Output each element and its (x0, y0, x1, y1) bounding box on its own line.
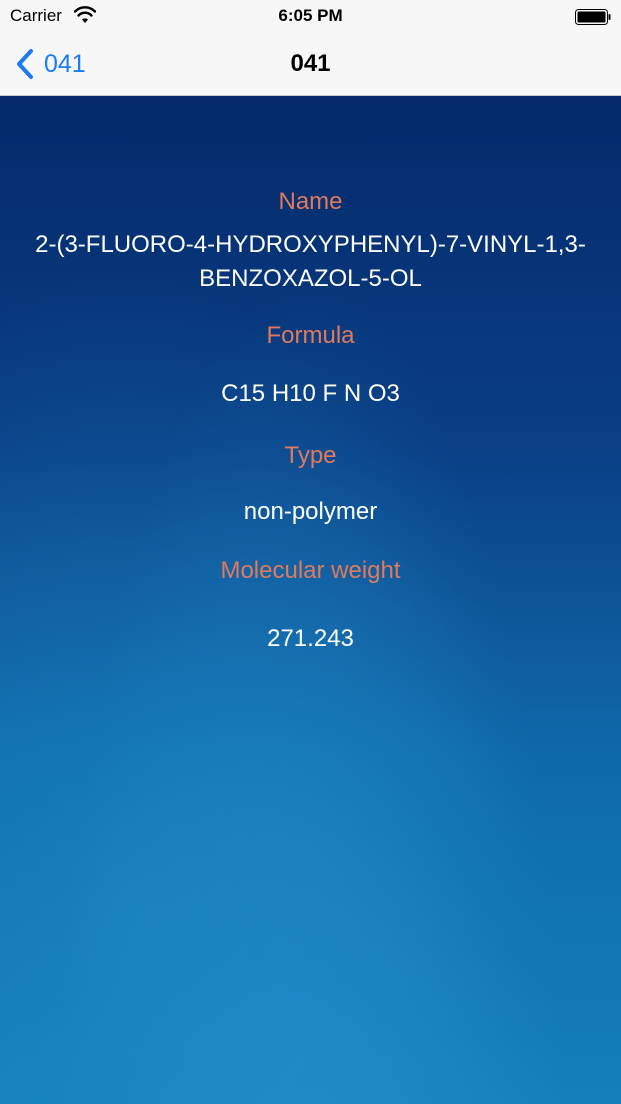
status-bar: Carrier 6:05 PM (0, 0, 621, 32)
page-title: 041 (290, 50, 331, 77)
navigation-bar: 041 041 (0, 32, 621, 96)
name-label: Name (278, 188, 343, 215)
type-value: non-polymer (243, 498, 378, 525)
type-label: Type (284, 442, 337, 469)
molecular-weight-label: Molecular weight (220, 557, 401, 584)
details-panel: Name 2-(3-FLUORO-4-HYDROXYPHENYL)-7-VINY… (0, 96, 621, 1104)
molecular-weight-value: 271.243 (267, 625, 354, 652)
formula-label: Formula (266, 322, 355, 349)
status-time: 6:05 PM (278, 6, 343, 25)
formula-value: C15 H10 F N O3 (221, 380, 400, 407)
battery-icon (575, 9, 611, 25)
name-value: 2-(3-FLUORO-4-HYDROXYPHENYL)-7-VINYL-1,3… (35, 231, 586, 292)
